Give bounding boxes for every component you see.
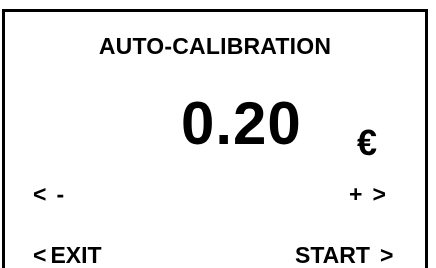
left-arrow-icon: < — [33, 242, 47, 268]
start-button[interactable]: START > — [295, 244, 393, 267]
screen-title: AUTO-CALIBRATION — [98, 33, 332, 59]
exit-label: EXIT — [50, 242, 102, 268]
increase-button[interactable]: + > — [349, 183, 386, 206]
right-arrow-icon: > — [379, 242, 394, 268]
calibration-screen: AUTO-CALIBRATION 0.20 € < - + > < EXIT STAR… — [2, 9, 428, 268]
right-arrow-icon: > — [372, 181, 386, 207]
currency-symbol: € — [357, 122, 378, 163]
calibration-amount: 0.20 — [181, 90, 302, 157]
start-label: START — [295, 242, 370, 268]
increase-label: + — [349, 181, 363, 207]
left-arrow-icon: < — [33, 181, 47, 207]
decrease-label: - — [56, 181, 65, 207]
decrease-button[interactable]: < - — [33, 183, 64, 206]
exit-button[interactable]: < EXIT — [33, 244, 102, 267]
